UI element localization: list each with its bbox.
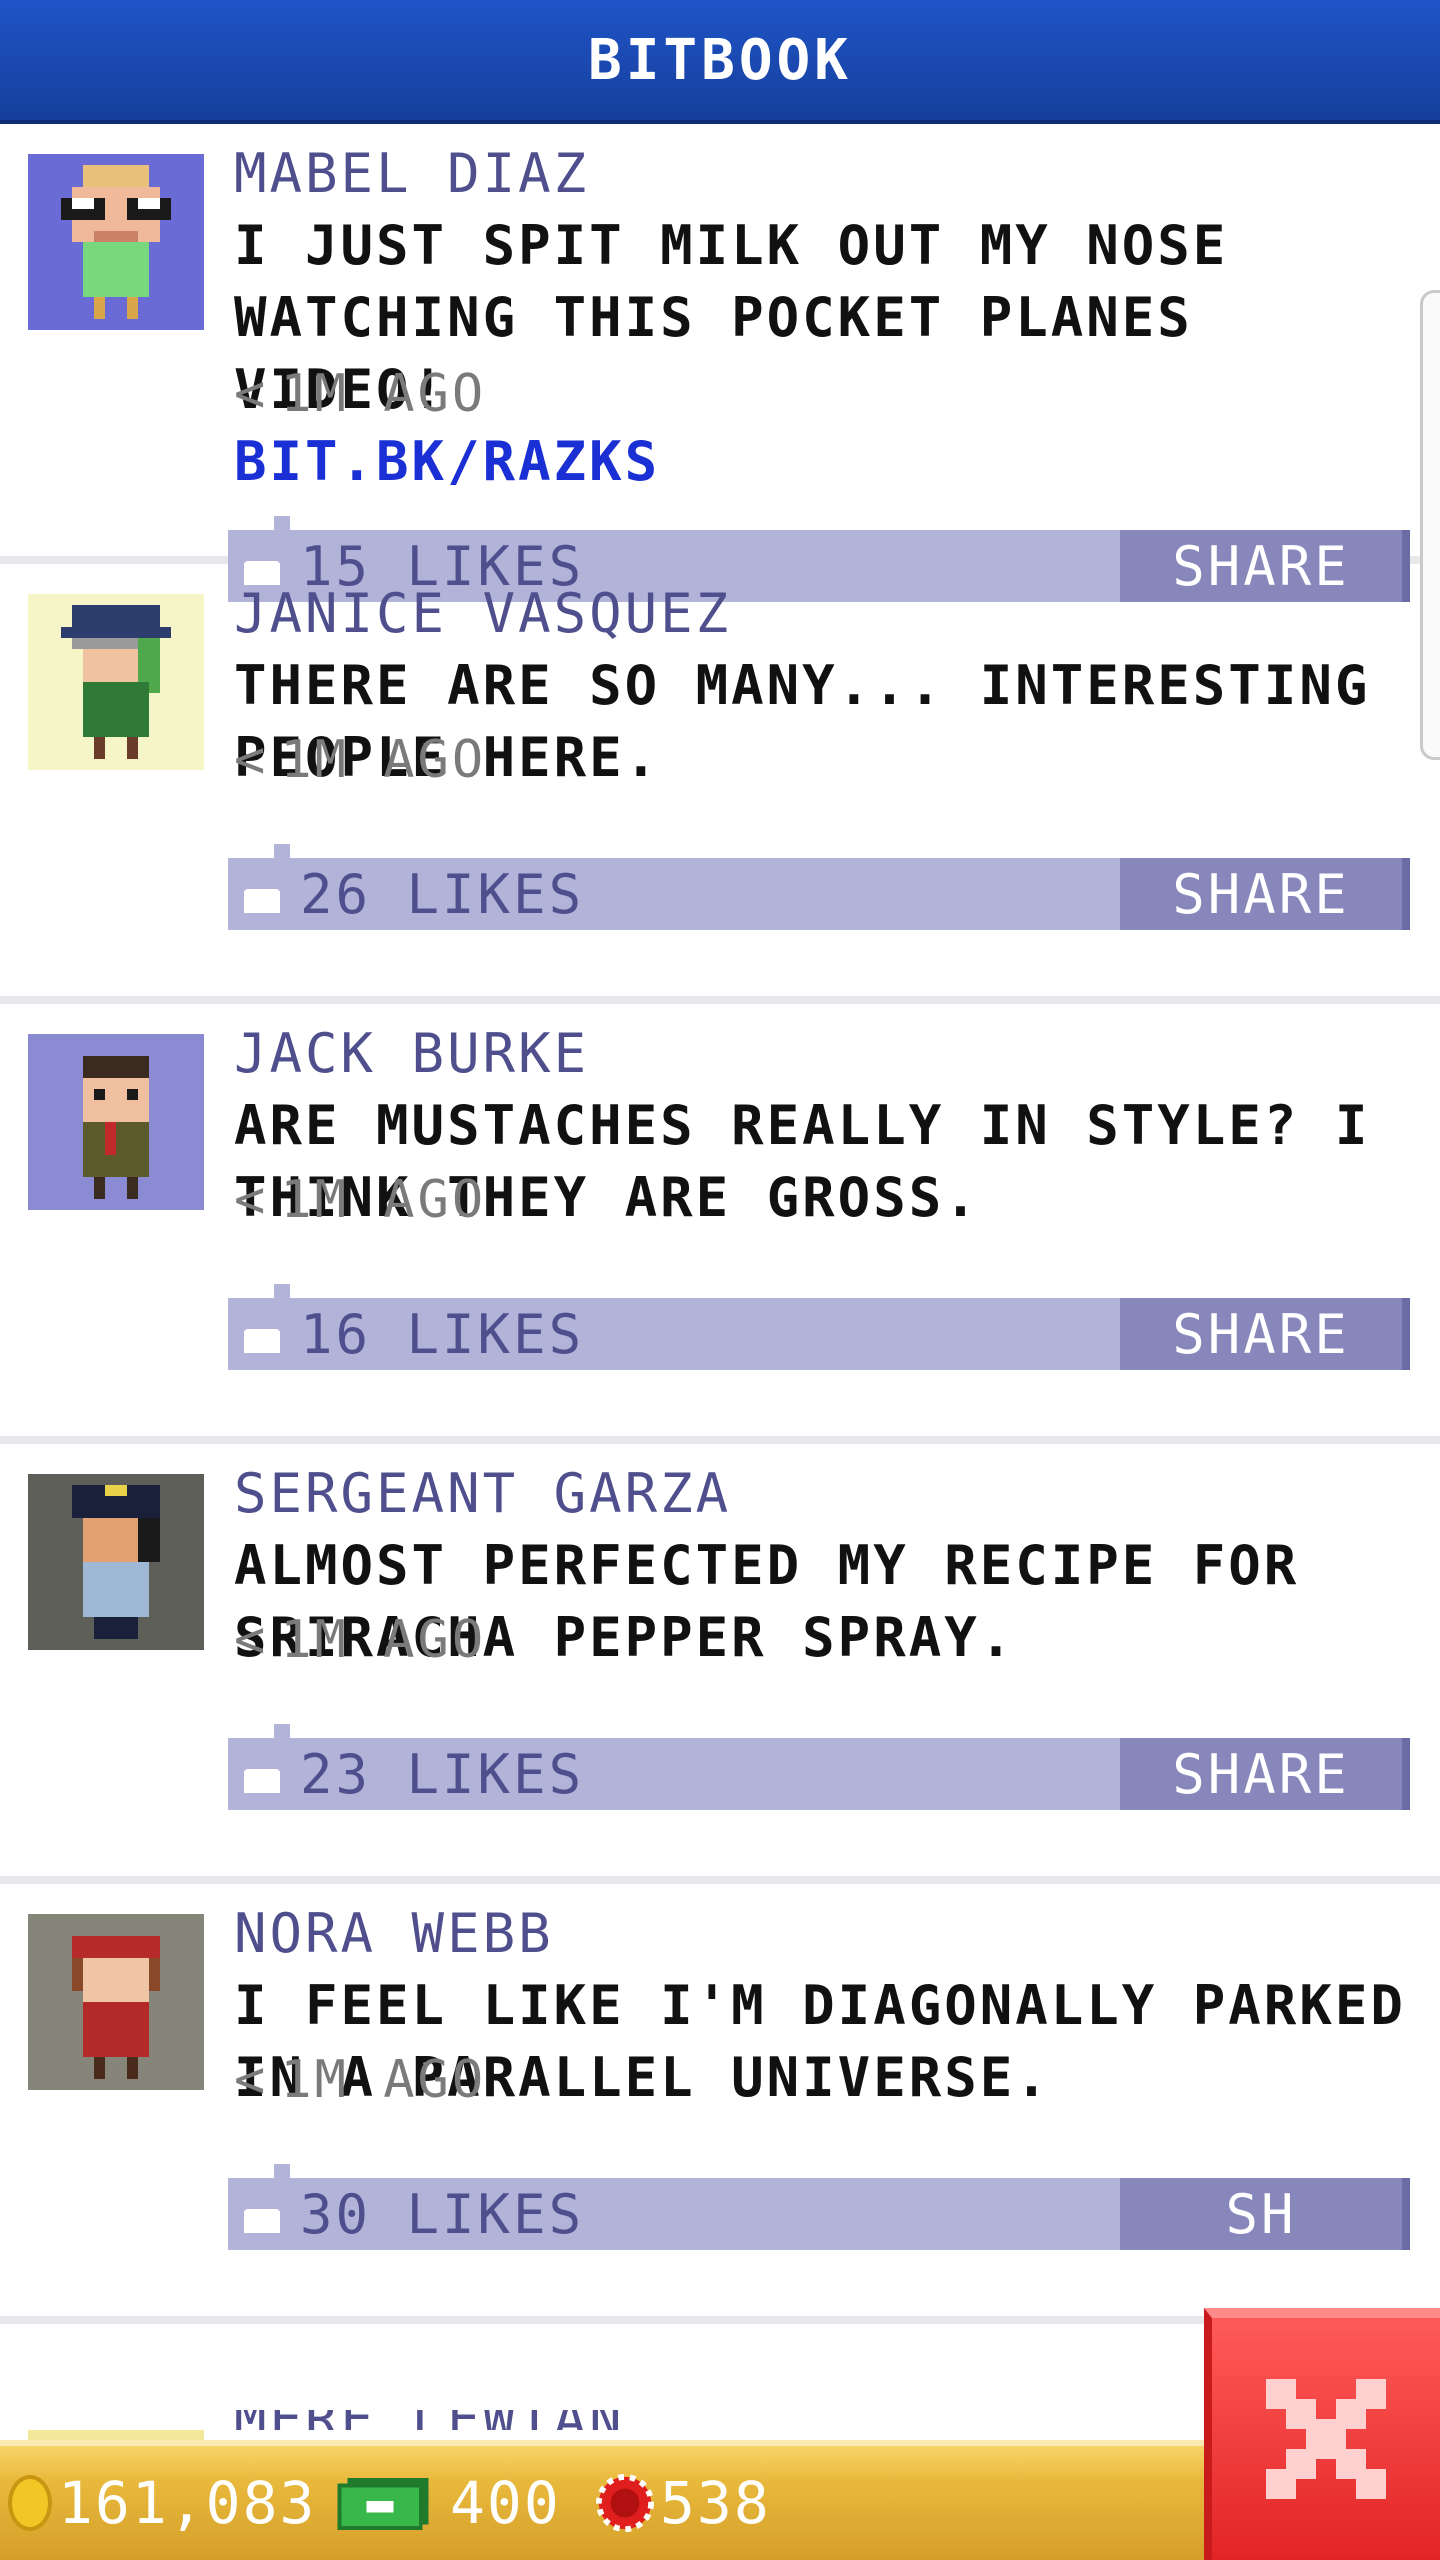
like-button[interactable]: 16 LIKES <box>228 1298 584 1370</box>
like-button[interactable]: 26 LIKES <box>228 858 584 930</box>
like-button[interactable]: 30 LIKES <box>228 2178 584 2250</box>
avatar[interactable] <box>28 154 204 330</box>
post-time: <1M AGO <box>234 1610 487 1670</box>
feed-post: JANICE VASQUEZ THERE ARE SO MANY... INTE… <box>0 564 1440 1004</box>
like-bar: 16 LIKES SHARE <box>228 1284 1410 1370</box>
coins-value: 161,083 <box>58 2469 317 2537</box>
coins-stat: 161,083 <box>8 2446 316 2560</box>
post-author[interactable]: MABEL DIAZ <box>234 142 589 205</box>
post-time: <1M AGO <box>234 2050 487 2110</box>
app-title: BITBOOK <box>587 27 852 93</box>
time-arrow-icon: < <box>234 364 269 424</box>
avatar[interactable] <box>28 1034 204 1210</box>
like-icon <box>244 1329 280 1353</box>
avatar-janice-icon <box>61 605 171 759</box>
like-button[interactable]: 23 LIKES <box>228 1738 584 1810</box>
avatar[interactable] <box>28 594 204 770</box>
scrollbar[interactable] <box>1420 290 1440 760</box>
post-author[interactable]: JACK BURKE <box>234 1022 589 1085</box>
post-author[interactable]: JANICE VASQUEZ <box>234 582 731 645</box>
avatar-nora-icon <box>72 1936 160 2079</box>
avatar[interactable] <box>28 1474 204 1650</box>
app-header: BITBOOK <box>0 0 1440 124</box>
time-arrow-icon: < <box>234 1170 269 1230</box>
like-bar: 30 LIKES SH <box>228 2164 1410 2250</box>
feed-post: SERGEANT GARZA ALMOST PERFECTED MY RECIP… <box>0 1444 1440 1884</box>
close-icon <box>1266 2379 1386 2499</box>
like-bar: 23 LIKES SHARE <box>228 1724 1410 1810</box>
tokens-value: 538 <box>660 2469 771 2537</box>
time-arrow-icon: < <box>234 2050 269 2110</box>
coin-icon <box>8 2475 52 2531</box>
bux-stat: 400 <box>334 2446 561 2560</box>
avatar-jack-icon <box>83 1056 149 1199</box>
share-button[interactable]: SH <box>1120 2178 1410 2250</box>
share-button[interactable]: SHARE <box>1120 1298 1410 1370</box>
post-author[interactable]: MERE LEWIAN <box>234 2410 654 2430</box>
post-link[interactable]: BIT.BK/RAZKS <box>234 426 1414 498</box>
post-time: <1M AGO <box>234 1170 487 1230</box>
close-button[interactable] <box>1204 2308 1440 2560</box>
share-button[interactable]: SHARE <box>1120 858 1410 930</box>
feed[interactable]: MABEL DIAZ I JUST SPIT MILK OUT MY NOSE … <box>0 124 1440 2440</box>
like-count: 23 LIKES <box>300 1742 585 1806</box>
post-time: <1M AGO <box>234 730 487 790</box>
share-button[interactable]: SHARE <box>1120 1738 1410 1810</box>
post-author[interactable]: SERGEANT GARZA <box>234 1462 731 1525</box>
avatar-mabel-icon <box>61 165 171 319</box>
post-author[interactable]: NORA WEBB <box>234 1902 554 1965</box>
like-count: 16 LIKES <box>300 1302 585 1366</box>
like-bar: 26 LIKES SHARE <box>228 844 1410 930</box>
feed-post: MABEL DIAZ I JUST SPIT MILK OUT MY NOSE … <box>0 124 1440 602</box>
bux-icon <box>337 2477 429 2531</box>
post-time: <1M AGO <box>234 364 487 424</box>
post-message: I JUST SPIT MILK OUT MY NOSE WATCHING TH… <box>234 210 1414 498</box>
bux-value: 400 <box>450 2469 561 2537</box>
time-arrow-icon: < <box>234 1610 269 1670</box>
feed-post: JACK BURKE ARE MUSTACHES REALLY IN STYLE… <box>0 1004 1440 1444</box>
avatar[interactable] <box>28 1914 204 2090</box>
like-icon <box>244 2209 280 2233</box>
like-icon <box>244 1769 280 1793</box>
like-count: 30 LIKES <box>300 2182 585 2246</box>
feed-post: NORA WEBB I FEEL LIKE I'M DIAGONALLY PAR… <box>0 1884 1440 2324</box>
like-icon <box>244 889 280 913</box>
token-icon <box>596 2474 654 2532</box>
like-count: 26 LIKES <box>300 862 585 926</box>
avatar-garza-icon <box>72 1485 160 1639</box>
tokens-stat: 538 <box>596 2446 771 2560</box>
time-arrow-icon: < <box>234 730 269 790</box>
